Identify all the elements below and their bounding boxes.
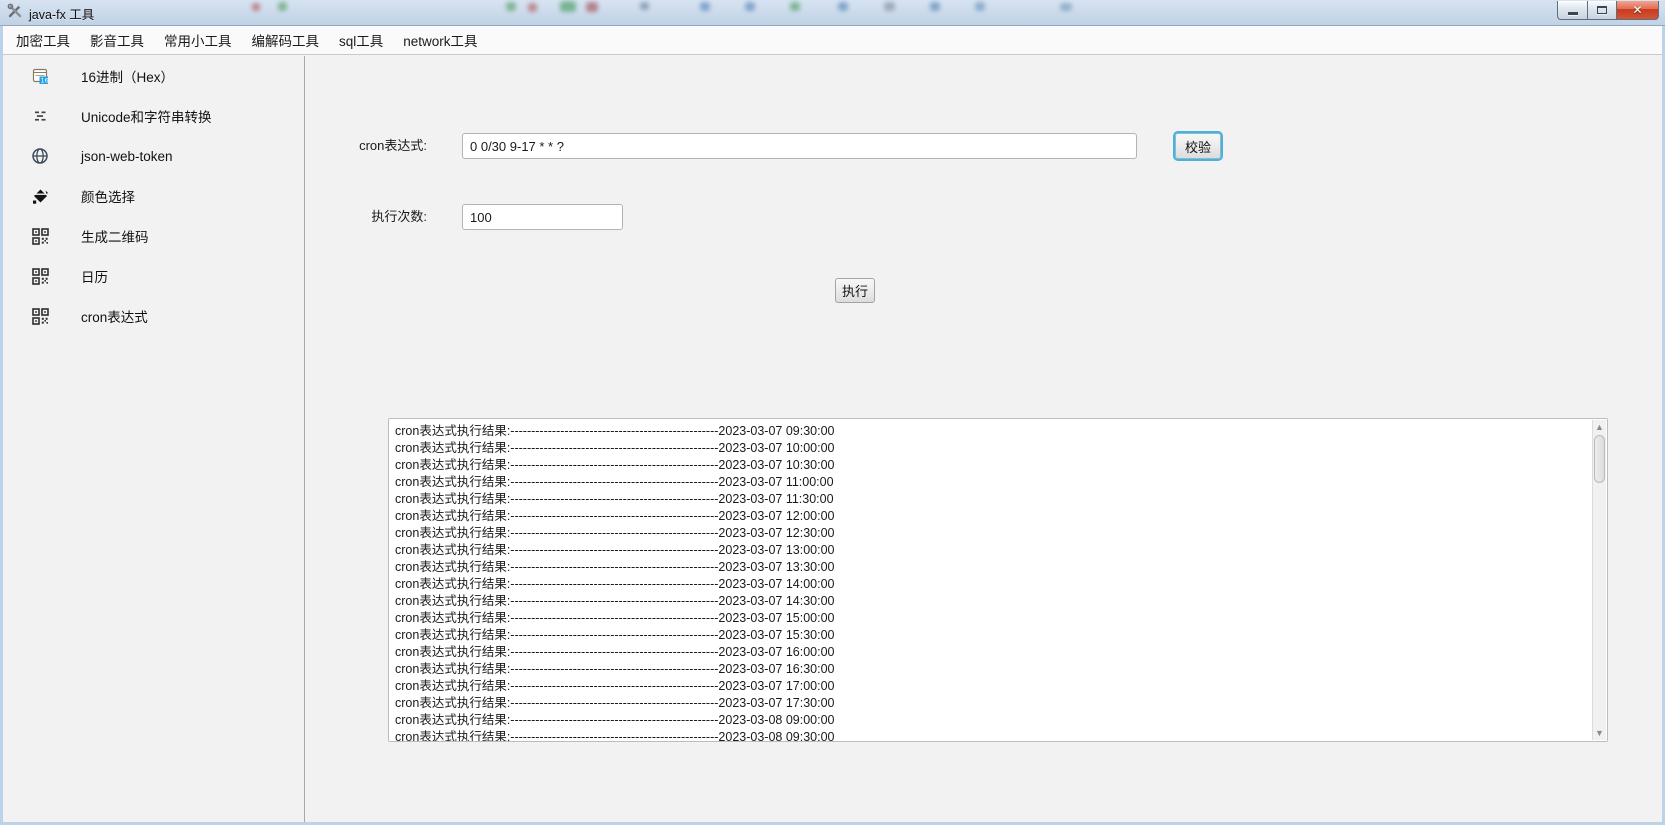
qr-icon (30, 226, 50, 246)
scrollbar-thumb[interactable] (1594, 435, 1605, 483)
run-count-input[interactable] (462, 204, 623, 230)
minimize-button[interactable] (1557, 1, 1587, 20)
menu-item-5[interactable]: network工具 (393, 26, 487, 54)
desktop-showthrough (1060, 3, 1072, 11)
result-line: cron表达式执行结果:----------------------------… (395, 440, 1592, 457)
app-window: java-fx 工具 ✕ 加密工具影音工具常用小工具编解码工具sql工具netw… (0, 0, 1665, 825)
result-line: cron表达式执行结果:----------------------------… (395, 491, 1592, 508)
scroll-down-icon[interactable]: ▼ (1593, 726, 1606, 740)
menu-item-0[interactable]: 加密工具 (6, 26, 80, 54)
sidebar-item-label: 16进制（Hex） (81, 66, 174, 86)
result-line: cron表达式执行结果:----------------------------… (395, 644, 1592, 661)
sidebar-item[interactable]: 生成二维码 (3, 216, 304, 256)
run-button[interactable]: 执行 (835, 278, 875, 303)
run-count-label: 执行次数: (306, 204, 427, 230)
desktop-showthrough (560, 1, 576, 12)
results-textarea[interactable]: cron表达式执行结果:----------------------------… (388, 418, 1608, 742)
scroll-up-icon[interactable]: ▲ (1593, 420, 1606, 434)
qr-icon (30, 306, 50, 326)
maximize-icon (1597, 6, 1607, 14)
sidebar-item-label: 日历 (81, 266, 108, 286)
result-line: cron表达式执行结果:----------------------------… (395, 542, 1592, 559)
result-line: cron表达式执行结果:----------------------------… (395, 457, 1592, 474)
client-area: 加密工具影音工具常用小工具编解码工具sql工具network工具 16 16进制… (0, 26, 1665, 825)
verify-button[interactable]: 校验 (1175, 133, 1221, 159)
result-line: cron表达式执行结果:----------------------------… (395, 593, 1592, 610)
cron-expression-label: cron表达式: (306, 133, 427, 159)
desktop-showthrough (930, 2, 940, 11)
desktop-showthrough (586, 2, 598, 12)
menu-item-4[interactable]: sql工具 (329, 26, 393, 54)
result-line: cron表达式执行结果:----------------------------… (395, 712, 1592, 729)
desktop-showthrough (838, 2, 848, 11)
result-line: cron表达式执行结果:----------------------------… (395, 525, 1592, 542)
result-line: cron表达式执行结果:----------------------------… (395, 559, 1592, 576)
result-line: cron表达式执行结果:----------------------------… (395, 661, 1592, 678)
minimize-icon (1568, 12, 1578, 15)
sidebar-item[interactable]: json-web-token (3, 136, 304, 176)
menu-item-3[interactable]: 编解码工具 (242, 26, 330, 54)
result-line: cron表达式执行结果:----------------------------… (395, 610, 1592, 627)
result-line: cron表达式执行结果:----------------------------… (395, 729, 1592, 741)
desktop-showthrough (975, 2, 985, 11)
window-controls: ✕ (1557, 1, 1659, 20)
desktop-showthrough (884, 2, 895, 11)
color-picker-icon (30, 186, 50, 206)
globe-icon (30, 146, 50, 166)
unicode-icon (30, 106, 50, 126)
desktop-showthrough (640, 2, 649, 10)
qr-icon (30, 266, 50, 286)
result-line: cron表达式执行结果:----------------------------… (395, 627, 1592, 644)
window-title: java-fx 工具 (29, 4, 94, 23)
sidebar-item[interactable]: cron表达式 (3, 296, 304, 336)
result-line: cron表达式执行结果:----------------------------… (395, 695, 1592, 712)
sidebar-item-label: json-web-token (81, 149, 173, 164)
main-pane: cron表达式: 校验 执行次数: 执行 cron表达式执行结果:-------… (306, 56, 1662, 822)
result-line: cron表达式执行结果:----------------------------… (395, 474, 1592, 491)
results-lines: cron表达式执行结果:----------------------------… (389, 419, 1592, 741)
result-line: cron表达式执行结果:----------------------------… (395, 576, 1592, 593)
desktop-showthrough (700, 2, 710, 11)
menu-item-1[interactable]: 影音工具 (80, 26, 154, 54)
close-icon: ✕ (1632, 4, 1642, 16)
desktop-showthrough (278, 2, 287, 11)
result-line: cron表达式执行结果:----------------------------… (395, 678, 1592, 695)
desktop-showthrough (506, 2, 516, 11)
desktop-showthrough (790, 2, 800, 11)
desktop-showthrough (252, 3, 260, 11)
titlebar[interactable]: java-fx 工具 ✕ (0, 0, 1665, 26)
crossed-tools-icon (7, 3, 23, 24)
svg-text:16: 16 (40, 77, 48, 84)
sidebar-item[interactable]: 16 16进制（Hex） (3, 56, 304, 96)
sidebar-item-label: Unicode和字符串转换 (81, 106, 212, 126)
result-line: cron表达式执行结果:----------------------------… (395, 508, 1592, 525)
sidebar-item[interactable]: 颜色选择 (3, 176, 304, 216)
menubar: 加密工具影音工具常用小工具编解码工具sql工具network工具 (3, 26, 1662, 55)
sidebar-item[interactable]: Unicode和字符串转换 (3, 96, 304, 136)
result-line: cron表达式执行结果:----------------------------… (395, 423, 1592, 440)
desktop-showthrough (745, 2, 755, 11)
sidebar-item[interactable]: 日历 (3, 256, 304, 296)
sidebar-item-label: cron表达式 (81, 306, 148, 326)
sidebar-item-label: 颜色选择 (81, 186, 135, 206)
cron-expression-input[interactable] (462, 133, 1137, 159)
desktop-showthrough (528, 3, 537, 12)
menu-item-2[interactable]: 常用小工具 (154, 26, 242, 54)
sidebar: 16 16进制（Hex） Unicode和字符串转换 json-web-toke… (3, 56, 305, 822)
close-button[interactable]: ✕ (1617, 1, 1659, 20)
hex-icon: 16 (30, 66, 50, 86)
maximize-button[interactable] (1587, 1, 1617, 20)
results-scrollbar[interactable]: ▲ ▼ (1592, 420, 1606, 740)
sidebar-item-label: 生成二维码 (81, 226, 149, 246)
